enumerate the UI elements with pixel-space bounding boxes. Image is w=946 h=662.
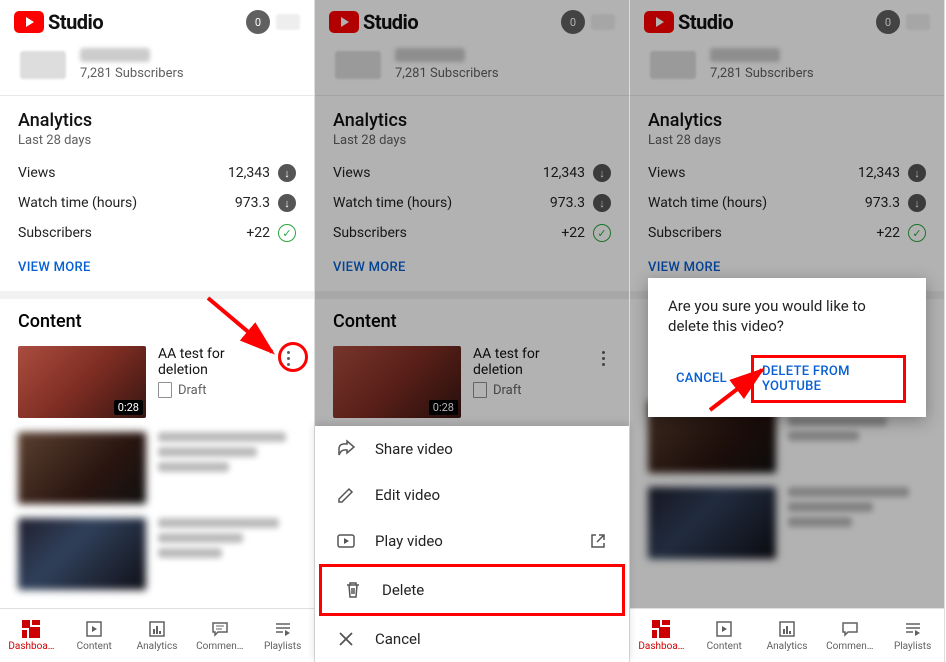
bottom-nav: Dashboa… Content Analytics Commen… Playl…	[0, 608, 314, 662]
nav-dashboard[interactable]: Dashboa…	[0, 609, 63, 662]
channel-header[interactable]: 7,281 Subscribers	[0, 42, 314, 96]
play-icon	[335, 530, 357, 552]
nav-comments[interactable]: Commen…	[818, 609, 881, 662]
sheet-delete[interactable]: Delete	[319, 564, 625, 616]
sheet-share[interactable]: Share video	[315, 426, 629, 472]
stat-subscribers[interactable]: Subscribers +22 ✓	[18, 218, 296, 248]
analytics-icon	[147, 619, 167, 639]
nav-analytics[interactable]: Analytics	[756, 609, 819, 662]
youtube-icon	[14, 11, 44, 33]
nav-playlists[interactable]: Playlists	[881, 609, 944, 662]
content-icon	[84, 619, 104, 639]
topbar: Studio 0	[0, 0, 314, 42]
nav-playlists[interactable]: Playlists	[251, 609, 314, 662]
sheet-play[interactable]: Play video	[315, 518, 629, 564]
analytics-period: Last 28 days	[18, 133, 296, 148]
app-title: Studio	[48, 10, 103, 34]
trash-icon	[342, 579, 364, 601]
notification-badge[interactable]: 0	[246, 10, 270, 34]
video-status: Draft	[158, 382, 264, 398]
panel-step-2: Studio 0 7,281 Subscribers Analytics Las…	[315, 0, 630, 662]
dialog-message: Are you sure you would like to delete th…	[668, 296, 906, 337]
comments-icon	[210, 619, 230, 639]
subscriber-count: 7,281 Subscribers	[80, 66, 184, 81]
trend-down-icon: ↓	[278, 164, 296, 182]
video-row[interactable]: 0:28 AA test for deletion Draft	[0, 342, 314, 428]
highlight-circle	[278, 342, 308, 372]
account-avatar[interactable]	[276, 14, 300, 30]
confirm-dialog: Are you sure you would like to delete th…	[648, 278, 926, 417]
dialog-confirm-button[interactable]: DELETE FROM YOUTUBE	[751, 355, 906, 403]
video-thumbnail[interactable]: 0:28	[18, 346, 146, 418]
analytics-title: Analytics	[18, 110, 296, 131]
content-title: Content	[0, 311, 314, 342]
panel-step-1: Studio 0 7,281 Subscribers Analytics Las…	[0, 0, 315, 662]
video-row-redacted[interactable]	[0, 428, 314, 514]
video-thumbnail	[18, 432, 146, 504]
draft-icon	[158, 382, 172, 398]
video-thumbnail	[18, 518, 146, 590]
panel-step-3: Studio 0 7,281 Subscribers Analytics Las…	[630, 0, 945, 662]
nav-content[interactable]: Content	[693, 609, 756, 662]
edit-icon	[335, 484, 357, 506]
nav-content[interactable]: Content	[63, 609, 126, 662]
action-sheet: Share video Edit video Play video Delete	[315, 426, 629, 662]
trend-down-icon: ↓	[278, 194, 296, 212]
youtube-studio-logo[interactable]: Studio	[14, 10, 103, 34]
dashboard-icon	[21, 619, 41, 639]
video-title: AA test for deletion	[158, 346, 264, 378]
channel-thumbnail	[20, 51, 66, 79]
trend-up-icon: ✓	[278, 224, 296, 242]
nav-dashboard[interactable]: Dashboa…	[630, 609, 693, 662]
open-external-icon	[587, 530, 609, 552]
nav-analytics[interactable]: Analytics	[126, 609, 189, 662]
view-more-link[interactable]: VIEW MORE	[18, 248, 296, 275]
video-duration: 0:28	[114, 400, 143, 415]
sheet-edit[interactable]: Edit video	[315, 472, 629, 518]
channel-name-redacted	[80, 48, 150, 62]
playlists-icon	[273, 619, 293, 639]
analytics-card: Analytics Last 28 days Views 12,343 ↓ Wa…	[0, 96, 314, 299]
sheet-cancel[interactable]: Cancel	[315, 616, 629, 662]
close-icon	[335, 628, 357, 650]
stat-watch-time[interactable]: Watch time (hours) 973.3 ↓	[18, 188, 296, 218]
share-icon	[335, 438, 357, 460]
nav-comments[interactable]: Commen…	[188, 609, 251, 662]
content-card: Content 0:28 AA test for deletion Draft	[0, 299, 314, 600]
stat-views[interactable]: Views 12,343 ↓	[18, 158, 296, 188]
dialog-cancel-button[interactable]: CANCEL	[668, 365, 735, 392]
video-row-redacted[interactable]	[0, 514, 314, 600]
